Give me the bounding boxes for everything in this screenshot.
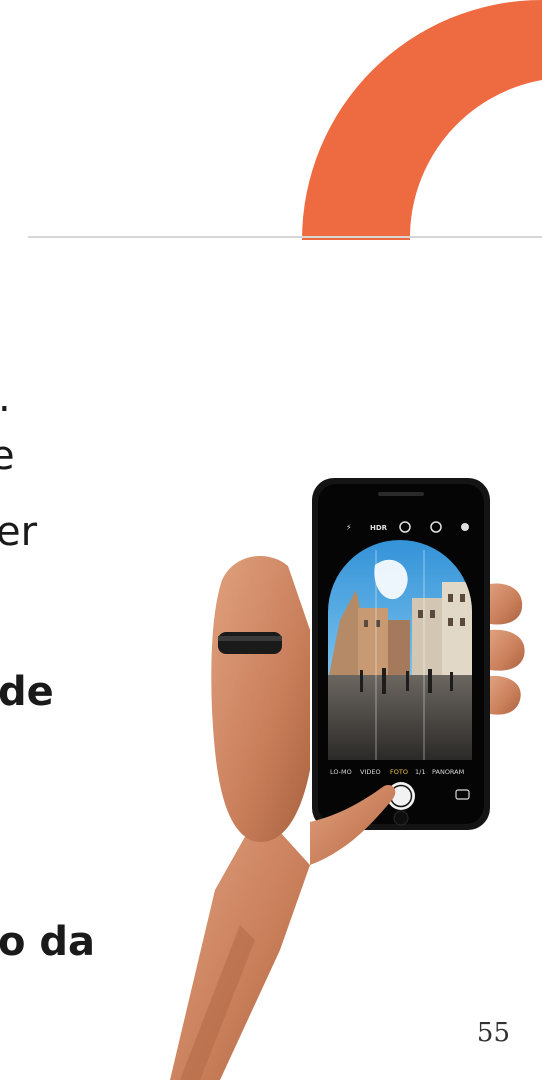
hand-holding-phone-photo: ⚡ HDR LO-MO VIDEO FOTO 1/1 PANORAM	[170, 478, 525, 1080]
svg-text:1/1: 1/1	[415, 768, 425, 776]
svg-text:FOTO: FOTO	[390, 768, 408, 776]
divider-line	[28, 236, 542, 238]
body-text-bold-fragment-1: de	[0, 669, 54, 715]
svg-text:HDR: HDR	[370, 524, 388, 532]
body-text-bold-fragment-2: o da	[0, 919, 96, 965]
body-text-fragment-1: .	[0, 378, 11, 418]
body-text-fragment-3: er	[0, 509, 38, 555]
svg-text:PANORAM: PANORAM	[432, 768, 464, 776]
svg-text:⚡: ⚡	[346, 523, 352, 532]
decorative-orange-arc	[302, 0, 542, 240]
svg-text:VIDEO: VIDEO	[360, 768, 381, 776]
svg-text:LO-MO: LO-MO	[330, 768, 352, 776]
body-text-fragment-2: e	[0, 433, 15, 479]
page-number: 55	[476, 1018, 510, 1048]
slide-page: . e er de o da	[0, 0, 542, 1080]
